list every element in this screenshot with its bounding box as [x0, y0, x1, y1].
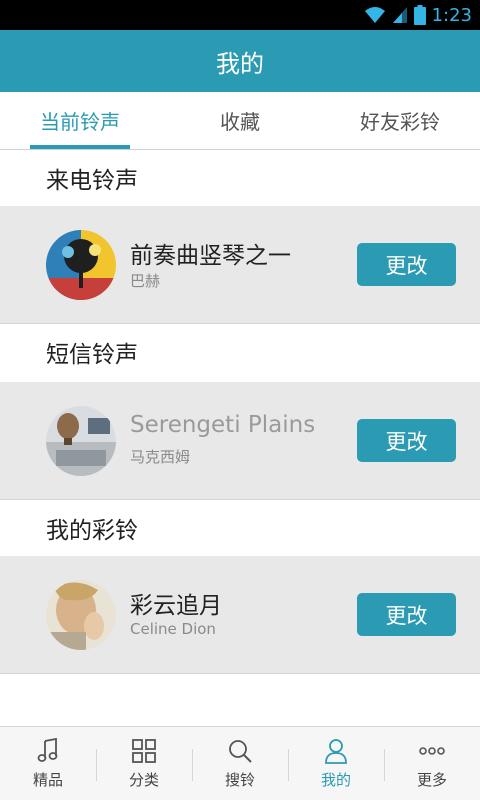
- tab-label: 当前铃声: [40, 110, 120, 134]
- bottom-nav: 精品 分类 搜铃 我的 更多: [0, 726, 480, 800]
- section-title: 我的彩铃: [46, 518, 138, 544]
- title-bar: 我的: [0, 30, 480, 92]
- nav-label: 我的: [320, 771, 351, 789]
- section-header-sms: 短信铃声: [0, 324, 480, 380]
- wifi-icon: [364, 7, 385, 23]
- music-note-icon: [37, 737, 58, 762]
- change-button[interactable]: 更改: [357, 593, 456, 636]
- section-header-incoming-call: 来电铃声: [0, 150, 480, 206]
- status-icons: 1:23: [364, 0, 472, 30]
- song-title: Serengeti Plains: [130, 412, 316, 438]
- grid-icon: [132, 739, 156, 763]
- artist-name: 马克西姆: [130, 448, 191, 466]
- section-header-ringback: 我的彩铃: [0, 500, 480, 556]
- status-time: 1:23: [431, 4, 472, 26]
- change-button[interactable]: 更改: [357, 419, 456, 462]
- nav-item-mine[interactable]: 我的: [288, 727, 384, 800]
- nav-item-featured[interactable]: 精品: [0, 727, 96, 800]
- nav-item-more[interactable]: 更多: [384, 727, 480, 800]
- artist-name: Celine Dion: [130, 620, 216, 638]
- person-icon: [325, 739, 347, 764]
- nav-item-category[interactable]: 分类: [96, 727, 192, 800]
- section-title: 来电铃声: [46, 168, 138, 194]
- tab-label: 收藏: [220, 110, 260, 134]
- song-title: 前奏曲竖琴之一: [130, 243, 291, 269]
- artist-name: 巴赫: [130, 272, 161, 290]
- page-title: 我的: [216, 49, 264, 78]
- ringtone-row-ringback[interactable]: 彩云追月 Celine Dion 更改: [0, 556, 480, 674]
- ringtone-row-sms[interactable]: Serengeti Plains 马克西姆 更改: [0, 382, 480, 500]
- change-button[interactable]: 更改: [357, 243, 456, 286]
- battery-icon: [413, 5, 426, 25]
- album-art-portrait: [46, 580, 116, 650]
- section-title: 短信铃声: [46, 342, 138, 368]
- tab-bar: 当前铃声 收藏 好友彩铃: [0, 92, 480, 150]
- album-art-tree: [46, 230, 116, 300]
- tab-current-ringtone[interactable]: 当前铃声: [0, 92, 160, 149]
- signal-icon: [392, 7, 407, 23]
- nav-label: 搜铃: [224, 771, 255, 789]
- nav-label: 更多: [416, 771, 447, 789]
- more-icon: [419, 747, 445, 755]
- tab-friend-ringback[interactable]: 好友彩铃: [320, 92, 480, 149]
- tab-label: 好友彩铃: [360, 110, 440, 134]
- song-title: 彩云追月: [130, 593, 222, 619]
- nav-label: 分类: [128, 771, 159, 789]
- ringtone-row-incoming-call[interactable]: 前奏曲竖琴之一 巴赫 更改: [0, 206, 480, 324]
- status-bar: 1:23: [0, 0, 480, 30]
- tab-favorites[interactable]: 收藏: [160, 92, 320, 149]
- album-art-balloon: [46, 406, 116, 476]
- nav-label: 精品: [32, 771, 63, 789]
- nav-item-search[interactable]: 搜铃: [192, 727, 288, 800]
- search-icon: [229, 740, 252, 763]
